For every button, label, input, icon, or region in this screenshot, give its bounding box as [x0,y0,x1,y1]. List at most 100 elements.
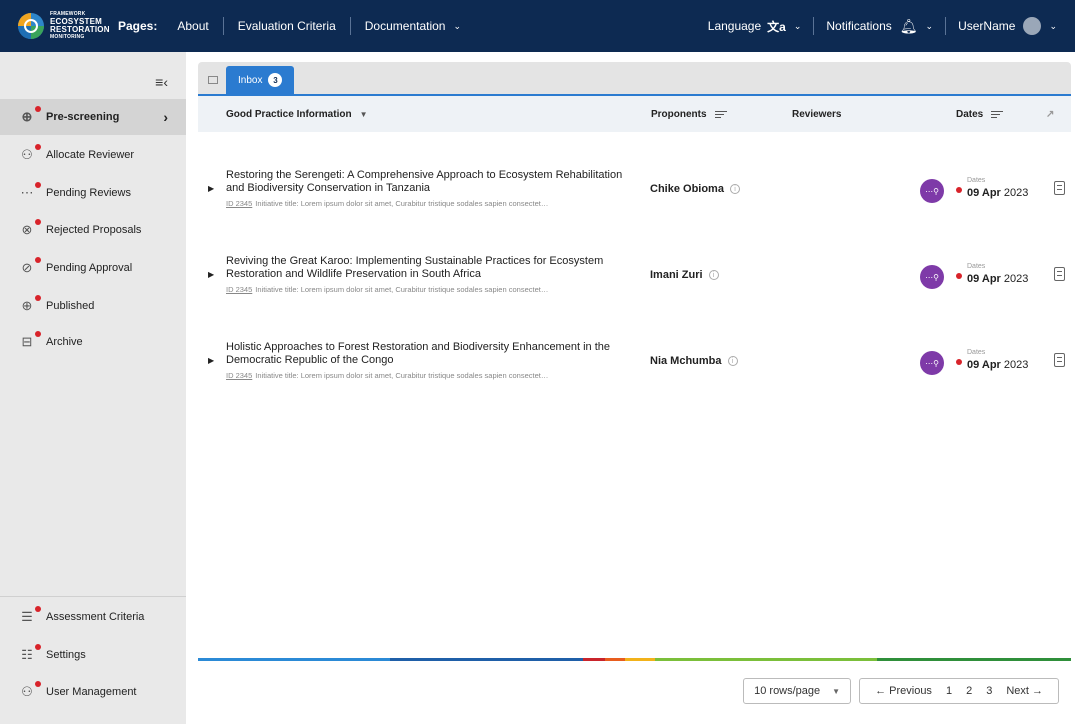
checklist-icon: ☰ [18,606,41,626]
sort-icon [991,109,1004,120]
row-meta: ID 2345 Initiative title: Lorem ipsum dol… [226,371,549,380]
sidebar-divider [0,596,186,597]
x-circle-icon: ⊗ [18,219,41,239]
app-logo[interactable]: FRAMEWORK ECOSYSTEM RESTORATION MONITORI… [18,11,118,41]
nav-link-about[interactable]: About [163,17,224,35]
sidebar-item-label: Pending Reviews [46,187,131,199]
info-icon[interactable]: i [729,184,740,194]
expand-row-icon[interactable]: ▶ [208,184,214,193]
user-menu[interactable]: UserName ⌄ [946,17,1057,35]
sidebar-item-label: Archive [46,336,83,348]
sidebar-item-pending-reviews[interactable]: ⋯ Pending Reviews [0,175,186,211]
chevron-down-icon: ⌄ [1049,20,1057,31]
collapse-sidebar-icon[interactable]: ≡‹ [155,74,168,90]
row-proponent: Nia Mchumba i [650,355,738,367]
row-id[interactable]: ID 2345 [226,285,252,294]
inbox-count-badge: 3 [268,73,283,87]
row-title: Restoring the Serengeti: A Comprehensive… [226,169,623,194]
archive-icon: ⊟ [18,331,41,351]
sidebar-item-label: Settings [46,649,86,661]
sidebar-item-label: User Management [46,686,137,698]
info-icon[interactable]: i [727,356,738,366]
globe-icon: ⊕ [18,295,41,315]
logo-text: FRAMEWORK ECOSYSTEM RESTORATION MONITORI… [50,11,110,40]
row-id[interactable]: ID 2345 [226,199,252,208]
table-row[interactable]: ▶ Restoring the Serengeti: A Comprehensi… [198,165,1071,225]
page-button-1[interactable]: 1 [946,685,952,697]
tab-bar: Inbox 3 [198,62,1071,96]
previous-page-button[interactable]: ← Previous [875,685,932,697]
row-date: 09 Apr 2023 [967,273,1029,285]
sidebar-item-published[interactable]: ⊕ Published [0,288,186,324]
sliders-icon: ☷ [18,644,41,664]
caret-down-icon: ▼ [832,686,841,696]
status-dot [956,273,962,279]
row-proponent: Imani Zuri i [650,269,719,281]
nav-link-evaluation-criteria[interactable]: Evaluation Criteria [224,17,351,35]
info-icon[interactable]: i [708,270,719,280]
column-header-reviewers[interactable]: Reviewers [792,109,841,120]
sidebar-item-label: Rejected Proposals [46,224,142,236]
column-header-info[interactable]: Good Practice Information ▼ [226,109,368,120]
document-icon[interactable] [1054,353,1065,367]
tab-inbox[interactable]: Inbox 3 [226,66,295,94]
users-icon: ⚇ [18,681,41,701]
expand-icon[interactable]: ↗ [1046,109,1054,120]
download-circle-icon: ⊕ [18,106,41,126]
caret-down-icon: ▼ [359,109,368,119]
reviewer-search-icon[interactable]: ⋯⚲ [920,179,944,203]
reviewer-search-icon[interactable]: ⋯⚲ [920,265,944,289]
sidebar-item-assessment-criteria[interactable]: ☰ Assessment Criteria [0,599,186,635]
row-title: Holistic Approaches to Forest Restoratio… [226,341,610,366]
date-label: Dates [967,263,986,270]
table-header: Good Practice Information ▼ Proponents R… [198,96,1071,132]
pagination: 10 rows/page ▼ ← Previous 1 2 3 Next → [743,678,1059,704]
main-content: Inbox 3 Good Practice Information ▼ Prop… [198,62,1071,380]
expand-row-icon[interactable]: ▶ [208,356,214,365]
decorative-color-bar [198,658,1071,661]
page-button-2[interactable]: 2 [966,685,972,697]
sidebar-item-label: Allocate Reviewer [46,149,135,161]
sidebar-item-archive[interactable]: ⊟ Archive [0,324,186,360]
sidebar-item-label: Published [46,300,95,312]
chevron-down-icon: ⌄ [925,20,934,31]
rows-per-page-select[interactable]: 10 rows/page ▼ [743,678,852,704]
table-row[interactable]: ▶ Holistic Approaches to Forest Restorat… [198,337,1071,397]
row-id[interactable]: ID 2345 [226,371,252,380]
page-button-3[interactable]: 3 [986,685,992,697]
more-circle-icon: ⋯ [18,182,41,202]
column-header-dates[interactable]: Dates [956,109,1004,120]
date-label: Dates [967,177,986,184]
avatar [1023,17,1042,35]
folder-icon[interactable] [208,76,218,84]
nav-link-documentation[interactable]: Documentation ⌄ [351,17,475,35]
expand-row-icon[interactable]: ▶ [208,270,214,279]
translate-icon: 文a [767,19,786,34]
sidebar-item-label: Pre-screening [46,111,120,123]
sidebar-item-settings[interactable]: ☷ Settings [0,637,186,673]
add-user-icon: ⚇ [18,144,41,164]
sidebar-item-pending-approval[interactable]: ⊘ Pending Approval [0,250,186,286]
chevron-right-icon: › [163,109,168,125]
language-selector[interactable]: Language 文a ⌄ [696,17,815,35]
reviewer-search-icon[interactable]: ⋯⚲ [920,351,944,375]
column-header-proponents[interactable]: Proponents [651,109,727,120]
sidebar-item-label: Assessment Criteria [46,611,145,623]
status-dot [956,359,962,365]
document-icon[interactable] [1054,181,1065,195]
bell-icon: 🔔︎ [899,17,918,34]
sidebar-item-rejected-proposals[interactable]: ⊗ Rejected Proposals [0,212,186,248]
sidebar-item-user-management[interactable]: ⚇ User Management [0,674,186,710]
table-row[interactable]: ▶ Reviving the Great Karoo: Implementing… [198,251,1071,311]
sidebar-item-allocate-reviewer[interactable]: ⚇ Allocate Reviewer [0,137,186,173]
row-title: Reviving the Great Karoo: Implementing S… [226,255,604,280]
page-nav: ← Previous 1 2 3 Next → [859,678,1059,704]
row-meta: ID 2345 Initiative title: Lorem ipsum dol… [226,199,549,208]
sidebar-item-pre-screening[interactable]: ⊕ Pre-screening › [0,99,186,135]
user-nav: Language 文a ⌄ Notifications 🔔︎ ⌄ UserNam… [696,17,1057,35]
next-page-button[interactable]: Next → [1006,685,1043,697]
document-icon[interactable] [1054,267,1065,281]
notifications-menu[interactable]: Notifications 🔔︎ ⌄ [814,17,947,35]
row-date: 09 Apr 2023 [967,187,1029,199]
row-date: 09 Apr 2023 [967,359,1029,371]
